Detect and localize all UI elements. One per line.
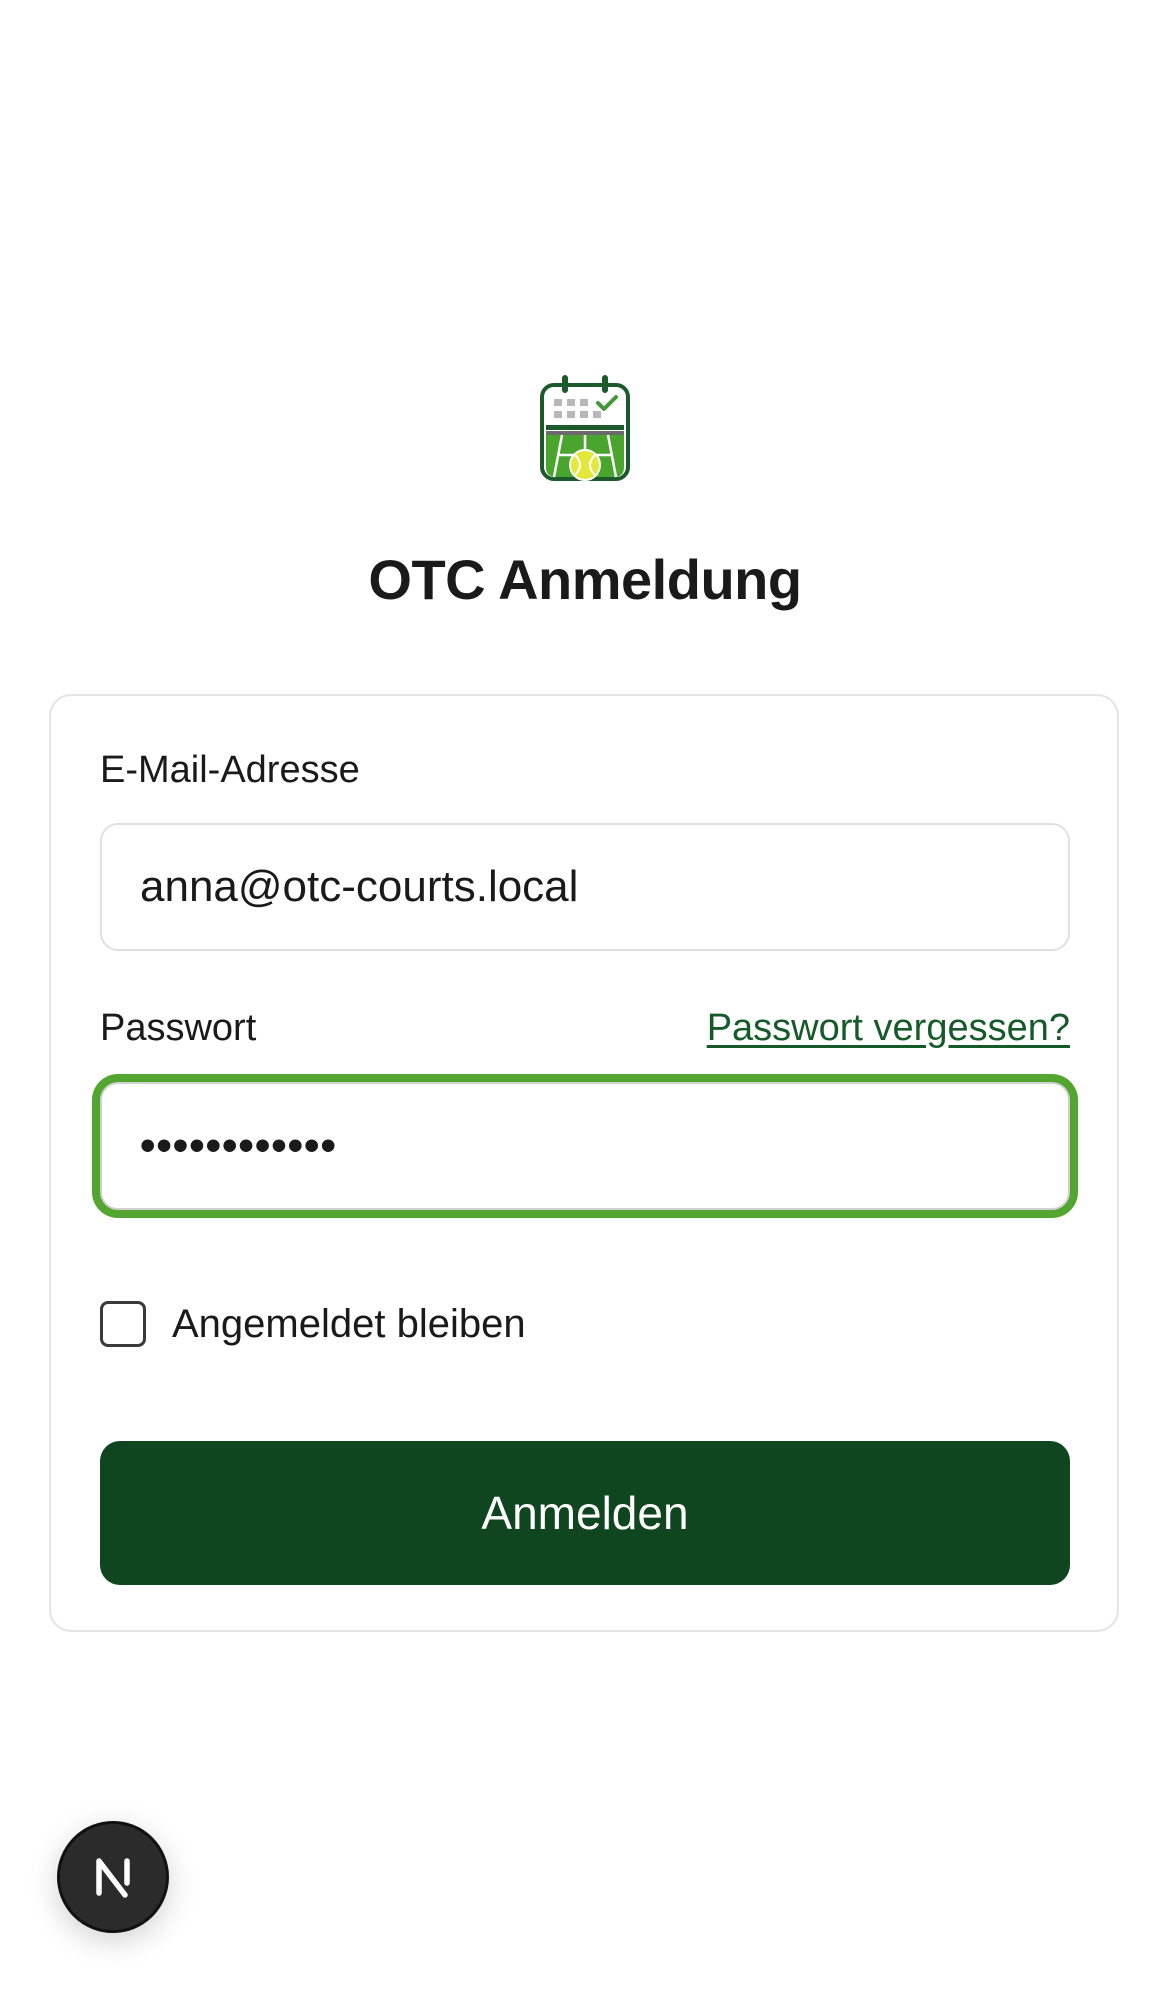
email-label: E-Mail-Adresse bbox=[100, 749, 360, 791]
nextjs-icon bbox=[96, 1858, 130, 1898]
page-title: OTC Anmeldung bbox=[368, 548, 802, 611]
tennis-court-calendar-icon bbox=[540, 375, 630, 481]
forgot-password-link[interactable]: Passwort vergessen? bbox=[707, 1004, 1070, 1052]
password-field[interactable]: •••••••••••• bbox=[100, 1082, 1070, 1210]
remember-me-checkbox[interactable] bbox=[100, 1301, 146, 1347]
email-field[interactable]: anna@otc-courts.local bbox=[100, 823, 1070, 951]
login-card: E-Mail-Adresse anna@otc-courts.local Pas… bbox=[49, 694, 1119, 1632]
password-label: Passwort bbox=[100, 1007, 257, 1049]
remember-me-label[interactable]: Angemeldet bleiben bbox=[172, 1302, 526, 1347]
login-button[interactable]: Anmelden bbox=[100, 1441, 1070, 1585]
remember-me-row[interactable]: Angemeldet bleiben bbox=[100, 1300, 526, 1348]
nextjs-dev-badge[interactable] bbox=[57, 1821, 169, 1933]
